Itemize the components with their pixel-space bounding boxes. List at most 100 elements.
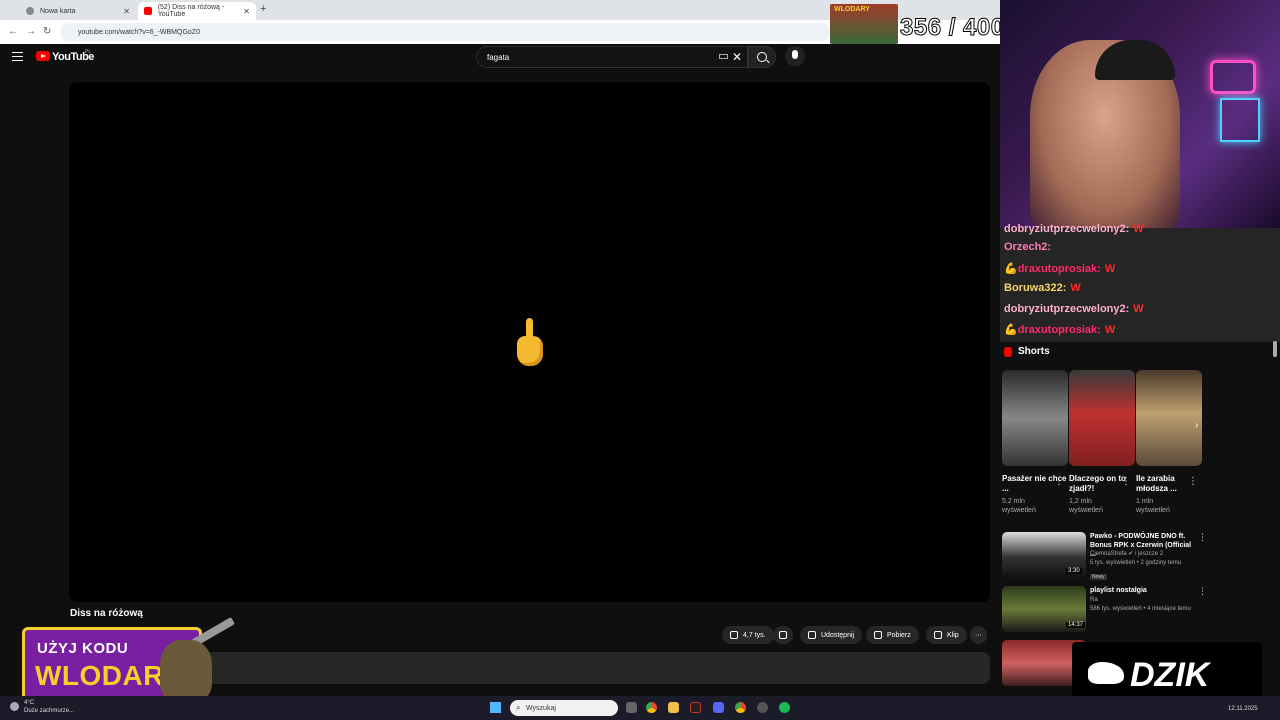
menu-icon[interactable] xyxy=(12,52,23,61)
more-icon[interactable]: ⋮ xyxy=(1188,476,1198,487)
taskbar: 4°C Duże zachmurze... ⌕ Wyszukaj 12.11.20… xyxy=(0,696,1280,720)
short-card[interactable]: Ile zarabia młodsza ... 1 mln wyświetleń … xyxy=(1136,370,1202,515)
short-views: 1,2 mln wyświetleń xyxy=(1069,498,1103,514)
chat-overlay: dobryziutprzecwelony2: W Orzech2: 💪draxut… xyxy=(1000,223,1280,342)
like-count: 4,7 tys. xyxy=(743,631,766,639)
chat-message: 💪draxutoprosiak: W xyxy=(1004,324,1116,336)
youtube-favicon-icon xyxy=(144,7,152,15)
download-icon xyxy=(874,631,882,639)
new-tab-icon[interactable]: + xyxy=(260,3,266,15)
file-explorer-icon[interactable] xyxy=(668,702,679,713)
url-field[interactable]: youtube.com/watch?v=6_-WBMQGoZ0 xyxy=(60,23,830,41)
taskbar-search[interactable]: ⌕ Wyszukaj xyxy=(510,700,618,716)
start-icon[interactable] xyxy=(490,702,501,713)
promo-line2: WLODAR xyxy=(35,660,164,691)
sponsor-name: DZIK xyxy=(1130,656,1210,694)
short-thumbnail[interactable] xyxy=(1136,370,1202,466)
short-card[interactable]: Dlaczego on to zjadł?! 1,2 mln wyświetleń… xyxy=(1069,370,1135,515)
close-tab-icon[interactable]: ✕ xyxy=(243,7,250,16)
counter-caption: WLODARY xyxy=(834,6,870,13)
emote-icon: 💪 xyxy=(1004,324,1018,336)
more-icon[interactable]: ⋮ xyxy=(1121,476,1131,487)
discord-icon[interactable] xyxy=(713,702,724,713)
clip-button[interactable]: Klip xyxy=(926,626,967,644)
short-card[interactable]: Pasażer nie chce ... 5,2 mln wyświetleń ⋮ xyxy=(1002,370,1068,515)
thumb-up-icon xyxy=(730,631,738,639)
youtube-header: YouTube PL fagata ✕ xyxy=(0,44,1000,72)
chat-message: dobryziutprzecwelony2: W xyxy=(1004,303,1144,315)
back-icon[interactable]: ← xyxy=(8,26,18,37)
short-views: 1 mln wyświetleń xyxy=(1136,498,1170,514)
app-icon[interactable] xyxy=(690,702,701,713)
video-title[interactable]: playlist nostalgia xyxy=(1090,586,1198,595)
chevron-right-icon[interactable]: › xyxy=(1195,420,1198,431)
shorts-heading: Shorts xyxy=(1004,346,1050,357)
clock-date[interactable]: 12.11.2025 xyxy=(1228,706,1258,712)
share-button[interactable]: Udostępnij xyxy=(800,626,863,644)
search-icon: ⌕ xyxy=(516,703,521,712)
voice-search-button[interactable] xyxy=(785,46,805,66)
short-thumbnail[interactable] xyxy=(1069,370,1135,466)
dislike-button[interactable] xyxy=(773,626,793,644)
download-button[interactable]: Pobierz xyxy=(866,626,919,644)
scissors-icon xyxy=(934,631,942,639)
tab-label: (52) Diss na różową - YouTube xyxy=(157,4,225,18)
goal-counter: 356 / 400 xyxy=(900,14,1005,42)
more-icon[interactable]: ⋮ xyxy=(1054,476,1064,487)
tab-label: Nowa karta xyxy=(40,7,76,15)
scrollbar[interactable] xyxy=(1273,341,1277,357)
neon-sign xyxy=(1220,98,1260,142)
search-button[interactable] xyxy=(748,46,776,68)
thumb-down-icon xyxy=(779,631,787,639)
chrome-icon[interactable] xyxy=(646,702,657,713)
video-player[interactable] xyxy=(69,82,990,602)
middle-finger-emoji xyxy=(517,318,545,368)
app-icon[interactable] xyxy=(757,702,768,713)
short-thumbnail[interactable] xyxy=(1002,370,1068,466)
recommended-video[interactable]: 3:30 Pawko - PODWÓJNE DNO ft. Bonus RPK … xyxy=(1002,532,1207,580)
youtube-logo-icon[interactable] xyxy=(36,51,50,61)
chrome-icon xyxy=(26,7,34,15)
video-title: Diss na różową xyxy=(70,608,143,619)
boar-icon xyxy=(1088,662,1124,684)
chrome-icon[interactable] xyxy=(735,702,746,713)
share-icon xyxy=(808,631,816,639)
chat-message: Boruwa322: W xyxy=(1004,282,1081,294)
more-icon: ⋯ xyxy=(975,632,982,639)
video-meta: CiemnaStrefa ✔ i jeszcze 25 tys. wyświet… xyxy=(1090,551,1182,566)
keyboard-icon[interactable] xyxy=(719,54,728,59)
weather-icon xyxy=(10,702,19,711)
more-icon[interactable]: ⋮ xyxy=(1198,532,1207,543)
webcam-feed xyxy=(1000,0,1280,228)
emote-icon: 💪 xyxy=(1004,263,1018,275)
download-label: Pobierz xyxy=(887,631,911,639)
region-code: PL xyxy=(85,49,92,55)
shorts-icon xyxy=(1004,346,1012,357)
short-views: 5,2 mln wyświetleń xyxy=(1002,498,1036,514)
mascot-graphic xyxy=(160,640,212,702)
video-meta: Ra 586 tys. wyświetleń • 4 miesiące temu xyxy=(1090,597,1191,612)
clip-label: Klip xyxy=(947,631,959,639)
like-button[interactable]: 4,7 tys. xyxy=(722,626,774,644)
task-view-icon[interactable] xyxy=(626,702,637,713)
promo-line1: UŻYJ KODU xyxy=(37,640,129,657)
weather-widget[interactable]: 4°C Duże zachmurze... xyxy=(24,699,74,715)
tab-new-tab[interactable]: Nowa karta ✕ xyxy=(20,2,136,20)
chat-message: dobryziutprzecwelony2: W xyxy=(1004,223,1144,235)
chat-message: 💪draxutoprosiak: W xyxy=(1004,263,1116,275)
new-badge: Nowy xyxy=(1090,574,1107,580)
more-actions-button[interactable]: ⋯ xyxy=(970,626,987,644)
recommended-video[interactable]: 14:37 playlist nostalgia Ra 586 tys. wyśw… xyxy=(1002,586,1207,634)
close-tab-icon[interactable]: ✕ xyxy=(123,7,130,16)
reload-icon[interactable]: ↻ xyxy=(43,26,51,37)
clear-search-icon[interactable]: ✕ xyxy=(732,50,742,64)
video-duration: 3:30 xyxy=(1066,568,1082,574)
forward-icon[interactable]: → xyxy=(26,26,36,37)
search-input[interactable]: fagata xyxy=(476,46,748,68)
more-icon[interactable]: ⋮ xyxy=(1198,586,1207,597)
neon-sign xyxy=(1210,60,1256,94)
tab-youtube[interactable]: (52) Diss na różową - YouTube ✕ xyxy=(138,2,256,20)
spotify-icon[interactable] xyxy=(779,702,790,713)
video-duration: 14:37 xyxy=(1066,622,1086,628)
counter-image: WLODARY xyxy=(830,4,898,44)
